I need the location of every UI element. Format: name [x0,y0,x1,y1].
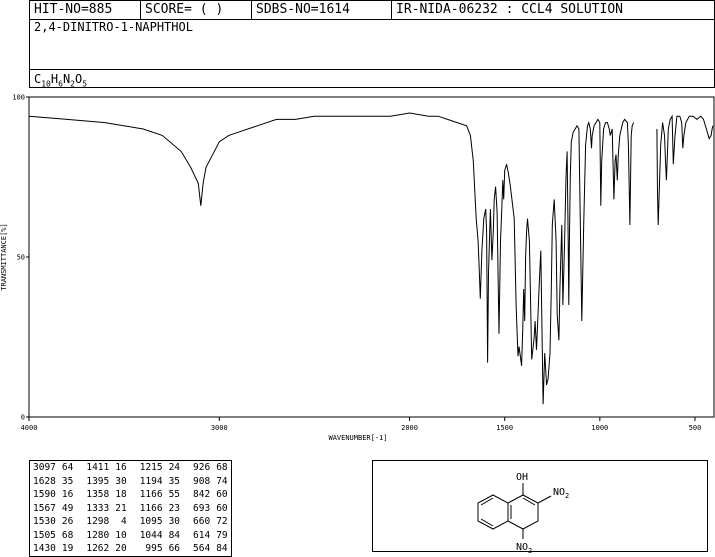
oh-label: OH [516,472,528,483]
peak-transmittance: 26 [61,516,74,527]
spectrum-series [28,112,714,405]
peak-transmittance: 60 [216,502,228,514]
y-axis-label: TRANSMITTANCE[%] [0,223,8,290]
peak-wavenumber: 1590 [33,489,56,500]
structure-panel: OH NO2 NO2 [372,460,708,555]
peak-wavenumber: 1430 [33,543,56,554]
peak-transmittance: 74 [216,475,228,487]
x-axis-label: WAVENUMBER[-1] [328,434,387,442]
peak-wavenumber: 3097 [33,462,56,473]
peak-wavenumber: 1530 [33,516,56,527]
peak-transmittance: 30 [115,475,127,487]
peak-transmittance: 66 [168,543,181,554]
no2-top-label: NO2 [553,487,569,500]
peak-wavenumber: 1567 [33,502,56,514]
peak-wavenumber: 564 [193,543,211,554]
peak-wavenumber: 1262 [86,543,110,554]
y-tick-label: 0 [21,414,25,422]
y-tick-label: 50 [17,254,25,262]
y-axis-ticks: 0 50 100 [12,94,29,422]
spectrum-line [656,114,714,226]
y-tick-label: 100 [12,94,25,102]
peak-transmittance: 4 [120,516,127,527]
benzene-ring-left [477,494,509,530]
peak-row: 1530 26 1298 4 1095 30 660 72 [30,515,232,529]
molecule-structure: OH NO2 NO2 [477,472,569,555]
peak-wavenumber: 1095 [139,516,163,527]
peak-transmittance: 84 [168,529,181,541]
peak-transmittance: 24 [168,462,181,473]
peak-transmittance: 19 [61,543,74,554]
peak-wavenumber: 908 [193,475,211,487]
peak-transmittance: 21 [115,502,127,514]
peak-wavenumber: 1411 [86,462,110,473]
peak-row: 3097 64 1411 16 1215 24 926 68 [30,461,232,475]
peak-wavenumber: 1333 [86,502,110,514]
peak-wavenumber: 1358 [86,489,110,500]
peak-transmittance: 49 [61,502,74,514]
peak-transmittance: 68 [216,462,228,473]
peak-wavenumber: 693 [193,502,211,514]
peak-wavenumber: 1280 [86,529,110,541]
peak-transmittance: 20 [115,543,127,554]
peak-wavenumber: 1395 [86,475,110,487]
peak-wavenumber: 995 [145,543,163,554]
peak-table: 3097 64 1411 16 1215 24 926 68 1628 35 1395 30 1194 3… [29,460,232,557]
peak-row: 1628 35 1395 30 1194 35 908 74 [30,475,232,489]
peak-transmittance: 64 [61,462,74,473]
benzene-ring-right [507,494,539,530]
peak-wavenumber: 1505 [33,529,56,541]
peak-transmittance: 72 [216,516,228,527]
peak-wavenumber: 842 [193,489,211,500]
x-tick-label: 2000 [401,424,418,432]
peak-row: 1590 16 1358 18 1166 55 842 60 [30,488,232,502]
peak-wavenumber: 660 [193,516,211,527]
peak-transmittance: 16 [61,489,74,500]
peak-wavenumber: 614 [193,529,211,541]
no2-bottom-label: NO2 [516,542,532,553]
x-tick-label: 4000 [21,424,38,432]
peak-row: 1430 19 1262 20 995 66 564 84 [30,542,232,556]
plot-frame [28,96,715,418]
peak-transmittance: 10 [115,529,127,541]
spectrum-line [28,112,635,405]
ir-spectrum-chart: 0 50 100 4000 3000 2000 1500 1000 500 WAVENUMBE… [0,94,715,442]
peak-wavenumber: 1044 [139,529,163,541]
x-tick-label: 1500 [496,424,513,432]
peak-transmittance: 84 [216,543,228,554]
peak-wavenumber: 926 [193,462,211,473]
x-tick-label: 3000 [211,424,228,432]
peak-transmittance: 30 [168,516,181,527]
peak-wavenumber: 1215 [139,462,163,473]
peak-wavenumber: 1194 [139,475,163,487]
peak-wavenumber: 1166 [139,489,163,500]
peak-transmittance: 79 [216,529,228,541]
x-tick-label: 1000 [591,424,608,432]
peak-transmittance: 35 [61,475,74,487]
peak-wavenumber: 1166 [139,502,163,514]
peak-transmittance: 35 [168,475,181,487]
peak-transmittance: 16 [115,462,127,473]
x-axis-ticks: 4000 3000 2000 1500 1000 500 [21,417,702,432]
peak-transmittance: 55 [168,489,181,500]
peak-row: 1567 49 1333 21 1166 23 693 60 [30,502,232,516]
peak-row: 1505 68 1280 10 1044 84 614 79 [30,529,232,543]
peak-wavenumber: 1298 [86,516,110,527]
peak-transmittance: 60 [216,489,228,500]
peak-wavenumber: 1628 [33,475,56,487]
x-tick-label: 500 [689,424,702,432]
peak-transmittance: 68 [61,529,74,541]
peak-transmittance: 23 [168,502,181,514]
peak-transmittance: 18 [115,489,127,500]
